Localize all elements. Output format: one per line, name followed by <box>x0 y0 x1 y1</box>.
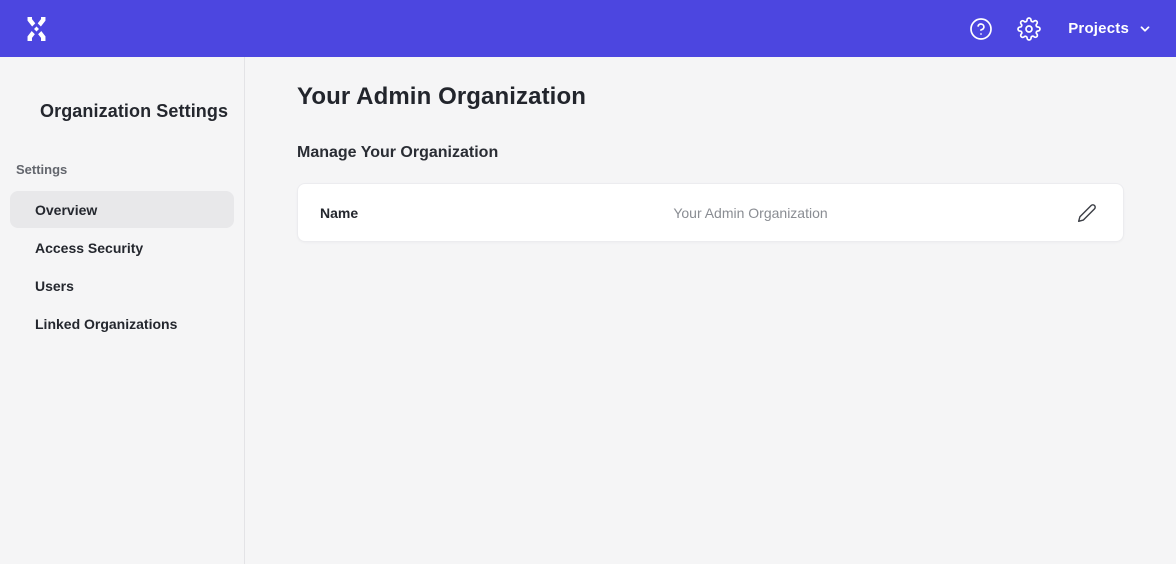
pencil-edit-icon[interactable] <box>1073 199 1101 227</box>
brand-x-logo[interactable] <box>20 13 52 45</box>
sidebar-item-label: Overview <box>35 202 97 218</box>
sidebar-item-label: Access Security <box>35 240 143 256</box>
section-title: Manage Your Organization <box>297 144 1124 162</box>
sidebar-item-label: Users <box>35 278 74 294</box>
sidebar-section-label: Settings <box>0 162 244 177</box>
projects-dropdown-label: Projects <box>1068 20 1129 37</box>
page-title: Your Admin Organization <box>297 83 1124 111</box>
main-content: Your Admin Organization Manage Your Orga… <box>245 57 1176 564</box>
sidebar-title: Organization Settings <box>0 101 244 122</box>
sidebar-item-linked-organizations[interactable]: Linked Organizations <box>10 305 234 342</box>
organization-name-row: Name Your Admin Organization <box>297 183 1124 242</box>
sidebar-item-access-security[interactable]: Access Security <box>10 229 234 266</box>
sidebar-item-label: Linked Organizations <box>35 316 177 332</box>
sidebar-item-overview[interactable]: Overview <box>10 191 234 228</box>
name-field-label: Name <box>320 205 440 221</box>
projects-dropdown[interactable]: Projects <box>1068 20 1152 37</box>
sidebar-nav: Overview Access Security Users Linked Or… <box>0 191 244 342</box>
chevron-down-icon <box>1138 22 1152 36</box>
gear-icon[interactable] <box>1016 16 1042 42</box>
sidebar-item-users[interactable]: Users <box>10 267 234 304</box>
help-circle-icon[interactable] <box>968 16 994 42</box>
settings-sidebar: Organization Settings Settings Overview … <box>0 57 245 564</box>
organization-name-value: Your Admin Organization <box>440 205 1061 221</box>
top-navigation-bar: Projects <box>0 0 1176 57</box>
